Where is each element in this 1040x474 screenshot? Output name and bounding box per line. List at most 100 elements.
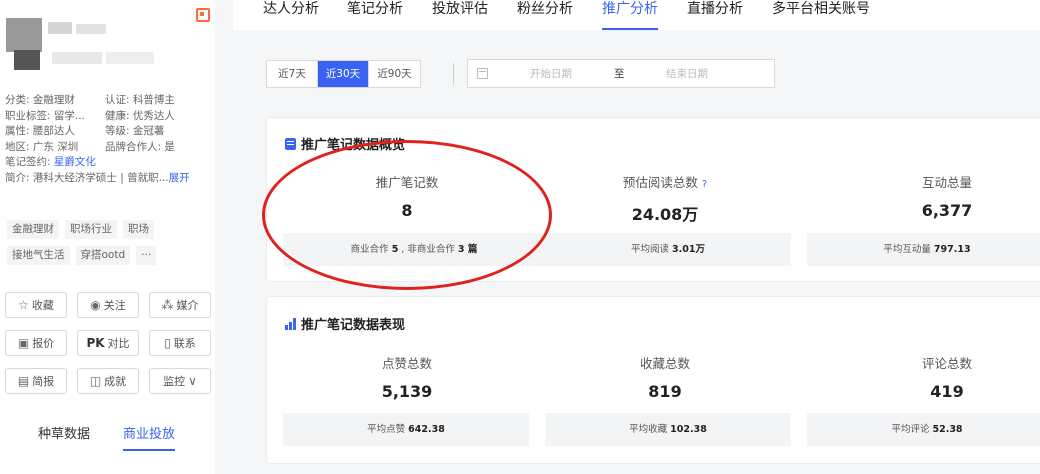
range-90d-button[interactable]: 近90天 bbox=[369, 61, 420, 87]
tab-commercial-placement[interactable]: 商业投放 bbox=[123, 423, 176, 451]
metric-interactions: 互动总量 6,377 bbox=[817, 172, 1040, 220]
info-category: 分类: 金融理财 bbox=[5, 94, 75, 106]
tag[interactable]: 职场行业 bbox=[65, 220, 117, 239]
info-region: 地区: 广东 深圳 bbox=[5, 140, 79, 153]
info-verification: 认证: 科普博主 bbox=[105, 94, 175, 106]
tag-list: 接地气生活 穿搭ootd ··· bbox=[7, 246, 157, 265]
contract-agency-link[interactable]: 星爵文化 bbox=[54, 156, 96, 168]
metric-label: 点赞总数 bbox=[381, 356, 432, 371]
metric-label-row: 预估阅读总数 ? bbox=[535, 172, 795, 191]
metric-label: 预估阅读总数 bbox=[622, 175, 698, 190]
brief-label: 简报 bbox=[32, 375, 55, 388]
tag[interactable]: 职场 bbox=[123, 220, 154, 239]
tag-list: 金融理财 职场行业 职场 bbox=[7, 220, 154, 239]
avg-read-value: 3.01万 bbox=[672, 244, 705, 255]
avg-comment-label: 平均评论 bbox=[891, 424, 933, 435]
star-icon: ☆ bbox=[18, 298, 29, 312]
metric-value: 6,377 bbox=[921, 201, 973, 220]
chevron-down-icon: ∨ bbox=[188, 374, 197, 388]
media-button[interactable]: ⁂ 媒介 bbox=[149, 292, 211, 318]
nav-multi-platform-accounts[interactable]: 多平台相关账号 bbox=[772, 0, 870, 30]
info-profession: 职业标签: 留学... bbox=[5, 109, 85, 122]
date-separator: 至 bbox=[614, 68, 625, 80]
avg-collection-label: 平均收藏 bbox=[629, 424, 671, 435]
quote-icon: ▣ bbox=[17, 336, 30, 350]
avg-read-label: 平均阅读 bbox=[631, 244, 673, 255]
range-30d-button[interactable]: 近30天 bbox=[318, 61, 369, 87]
nav-creator-analysis[interactable]: 达人分析 bbox=[263, 0, 319, 30]
nav-live-analysis[interactable]: 直播分析 bbox=[687, 0, 743, 30]
achievement-button[interactable]: ◫ 成就 bbox=[77, 368, 139, 394]
avg-like-value: 642.38 bbox=[408, 424, 445, 435]
avg-like-label: 平均点赞 bbox=[367, 424, 409, 435]
avg-interaction-value: 797.13 bbox=[933, 244, 971, 255]
metric-comments: 评论总数 419 bbox=[817, 353, 1040, 401]
achievement-label: 成就 bbox=[104, 375, 127, 388]
info-contract-label: 笔记签约: bbox=[5, 156, 54, 169]
avg-interaction-label: 平均互动量 bbox=[883, 244, 934, 255]
tag-more[interactable]: ··· bbox=[136, 246, 157, 265]
metric-likes: 点赞总数 5,139 bbox=[277, 353, 537, 401]
document-icon: ▤ bbox=[17, 374, 30, 388]
quote-button[interactable]: ▣ 报价 bbox=[5, 330, 67, 356]
phone-icon: ▯ bbox=[164, 336, 171, 350]
compare-button[interactable]: PK 对比 bbox=[77, 330, 139, 356]
contact-button[interactable]: ▯ 联系 bbox=[149, 330, 211, 356]
highlight-annotation bbox=[262, 140, 552, 290]
metric-label: 互动总量 bbox=[921, 175, 972, 190]
tab-seeding-data[interactable]: 种草数据 bbox=[38, 423, 90, 442]
qr-code-icon[interactable] bbox=[196, 8, 210, 22]
calendar-icon bbox=[477, 68, 488, 79]
promotion-performance-card: 推广笔记数据表现 点赞总数 5,139 收藏总数 819 评论总数 419 平均… bbox=[266, 296, 1040, 464]
date-range-selector: 近7天 近30天 近90天 bbox=[266, 60, 421, 88]
compare-label: 对比 bbox=[107, 337, 130, 350]
divider bbox=[215, 0, 233, 474]
metric-value: 819 bbox=[648, 382, 682, 401]
average-comments: 平均评论 52.38 bbox=[807, 413, 1040, 446]
avg-collection-value: 102.38 bbox=[670, 424, 707, 435]
average-interactions: 平均互动量 797.13 bbox=[807, 233, 1040, 266]
nav-placement-evaluation[interactable]: 投放评估 bbox=[432, 0, 488, 30]
metric-label: 收藏总数 bbox=[639, 356, 690, 371]
brief-button[interactable]: ▤ 简报 bbox=[5, 368, 67, 394]
media-icon: ⁂ bbox=[161, 298, 174, 312]
pk-icon: PK bbox=[86, 336, 105, 350]
info-attribute: 属性: 腰部达人 bbox=[5, 125, 75, 138]
profile-sidebar: 分类: 金融理财 认证: 科普博主 职业标签: 留学... 健康: 优秀达人 属性:… bbox=[0, 0, 215, 474]
info-brand-partner: 品牌合作人: 是 bbox=[105, 140, 175, 153]
contact-label: 联系 bbox=[173, 337, 196, 350]
start-date-input[interactable]: 开始日期 bbox=[530, 66, 572, 81]
follow-button[interactable]: ◉ 关注 bbox=[77, 292, 139, 318]
date-range-picker[interactable]: 开始日期 至 结束日期 bbox=[467, 59, 775, 88]
action-buttons: ☆ 收藏 ◉ 关注 ⁂ 媒介 ▣ 报价 PK 对比 ▯ 联系 ▤ 简报 ◫ 成就 监控 ∨ bbox=[5, 292, 211, 394]
end-date-input[interactable]: 结束日期 bbox=[666, 66, 708, 81]
metric-value: 5,139 bbox=[381, 382, 433, 401]
info-intro: 简介: 港科大经济学硕士 | 曾就职... bbox=[5, 171, 169, 184]
media-label: 媒介 bbox=[176, 299, 199, 312]
quote-label: 报价 bbox=[32, 337, 55, 350]
monitor-label: 监控 bbox=[163, 375, 186, 388]
document-icon bbox=[285, 137, 296, 150]
divider bbox=[453, 63, 454, 85]
range-7d-button[interactable]: 近7天 bbox=[267, 61, 318, 87]
nav-fan-analysis[interactable]: 粉丝分析 bbox=[517, 0, 573, 30]
avatar[interactable] bbox=[6, 12, 156, 74]
trophy-icon: ◫ bbox=[89, 374, 102, 388]
help-icon[interactable]: ? bbox=[702, 179, 707, 190]
metric-estimated-reads: 预估阅读总数 ? 24.08万 bbox=[535, 172, 795, 225]
tag[interactable]: 接地气生活 bbox=[7, 246, 70, 265]
tag[interactable]: 金融理财 bbox=[7, 220, 59, 239]
avg-comment-value: 52.38 bbox=[932, 424, 963, 435]
metric-label: 评论总数 bbox=[921, 356, 972, 371]
sidebar-bottom-tabs: 种草数据 商业投放 bbox=[0, 420, 215, 460]
nav-note-analysis[interactable]: 笔记分析 bbox=[347, 0, 403, 30]
tag[interactable]: 穿搭ootd bbox=[75, 246, 131, 265]
metric-collections: 收藏总数 819 bbox=[535, 353, 795, 401]
eye-icon: ◉ bbox=[90, 298, 101, 312]
monitor-dropdown[interactable]: 监控 ∨ bbox=[149, 368, 211, 394]
favorite-button[interactable]: ☆ 收藏 bbox=[5, 292, 67, 318]
intro-expand-link[interactable]: 展开 bbox=[169, 172, 190, 184]
follow-label: 关注 bbox=[103, 299, 126, 312]
info-health: 健康: 优秀达人 bbox=[105, 109, 175, 122]
nav-promotion-analysis[interactable]: 推广分析 bbox=[602, 0, 658, 30]
